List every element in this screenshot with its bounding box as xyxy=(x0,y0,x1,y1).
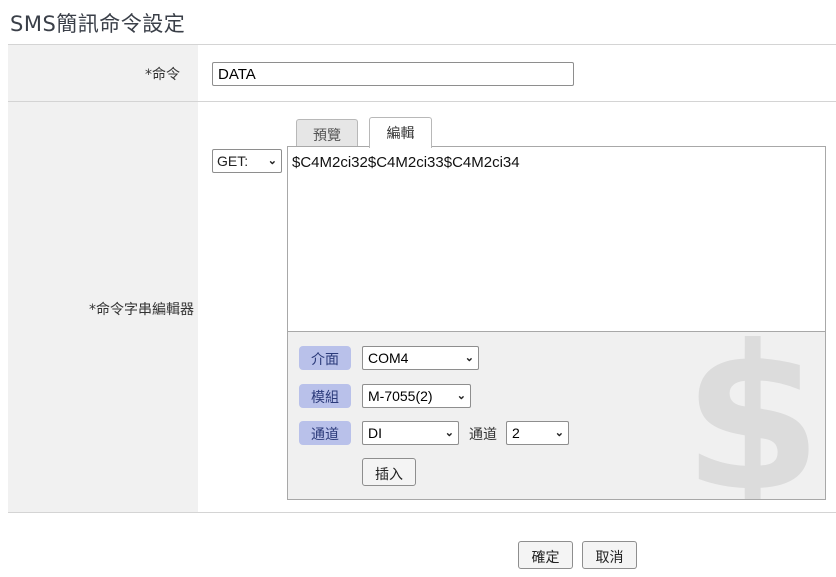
module-badge: 模組 xyxy=(299,384,351,408)
command-label: *命令 xyxy=(145,67,180,83)
editor-label: *命令字串編輯器 xyxy=(89,302,194,318)
channel-type-badge: 通道 xyxy=(299,421,351,445)
confirm-button[interactable]: 確定 xyxy=(518,541,573,569)
command-string-text[interactable]: $C4M2ci32$C4M2ci33$C4M2ci34 xyxy=(292,154,520,171)
command-string-editor[interactable]: $C4M2ci32$C4M2ci33$C4M2ci34 $ 介面 COM4 ⌄ … xyxy=(287,146,826,500)
module-select[interactable]: M-7055(2) ⌄ xyxy=(362,384,471,408)
chevron-down-icon: ⌄ xyxy=(267,155,277,167)
method-select-value: GET: xyxy=(217,153,249,169)
method-select[interactable]: GET: ⌄ xyxy=(212,149,282,173)
interface-badge: 介面 xyxy=(299,346,351,370)
interface-select[interactable]: COM4 ⌄ xyxy=(362,346,479,370)
page-title: SMS簡訊命令設定 xyxy=(10,12,186,36)
command-label-cell: *命令 xyxy=(8,45,198,101)
insert-panel: $ 介面 COM4 ⌄ 模組 M-7055(2) ⌄ 通道 DI ⌄ 通道 2 … xyxy=(288,320,825,499)
chevron-down-icon: ⌄ xyxy=(444,427,454,439)
channel-number-select[interactable]: 2 ⌄ xyxy=(506,421,569,445)
tab-edit[interactable]: 編輯 xyxy=(369,117,432,148)
tab-preview[interactable]: 預覽 xyxy=(296,119,358,147)
channel-type-select[interactable]: DI ⌄ xyxy=(362,421,459,445)
editor-label-cell: *命令字串編輯器 xyxy=(8,102,198,512)
interface-select-value: COM4 xyxy=(368,350,409,366)
chevron-down-icon: ⌄ xyxy=(464,352,474,364)
insert-button[interactable]: 插入 xyxy=(362,458,416,486)
cancel-button[interactable]: 取消 xyxy=(582,541,637,569)
module-select-value: M-7055(2) xyxy=(368,388,433,404)
chevron-down-icon: ⌄ xyxy=(554,427,564,439)
channel-number-select-value: 2 xyxy=(512,425,520,441)
dollar-watermark-icon: $ xyxy=(683,303,823,500)
command-input[interactable] xyxy=(212,62,574,86)
row-divider xyxy=(8,512,836,513)
channel-inline-label: 通道 xyxy=(469,427,497,443)
chevron-down-icon: ⌄ xyxy=(456,390,466,402)
channel-type-select-value: DI xyxy=(368,425,382,441)
